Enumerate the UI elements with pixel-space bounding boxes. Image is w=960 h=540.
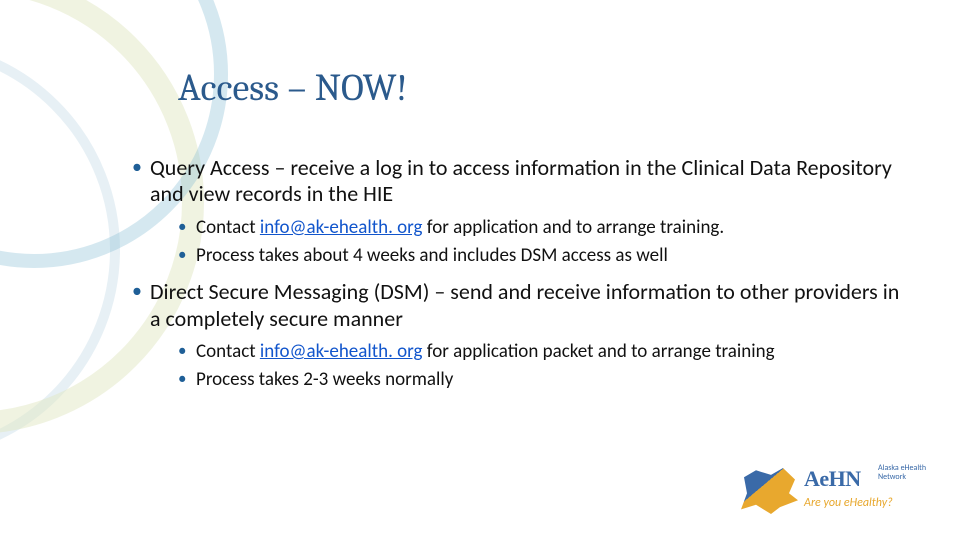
slide-title: Access – NOW!: [178, 66, 407, 110]
bullet-text: Contact: [196, 216, 260, 239]
slide-body: Query Access – receive a log in to acces…: [130, 155, 900, 404]
bullet-text: Direct Secure Messaging (DSM) – send and…: [150, 278, 899, 331]
logo-tagline: Are you eHealthy?: [804, 496, 893, 510]
bullet-level2: Process takes about 4 weeks and includes…: [178, 244, 900, 268]
bullet-level2: Process takes 2-3 weeks normally: [178, 368, 900, 392]
bullet-level1: Query Access – receive a log in to acces…: [130, 155, 900, 267]
bullet-level1: Direct Secure Messaging (DSM) – send and…: [130, 279, 900, 391]
email-link[interactable]: info@ak-ehealth. org: [260, 216, 423, 239]
bullet-text: Query Access – receive a log in to acces…: [150, 154, 892, 207]
bullet-level2: Contact info@ak-ehealth. org for applica…: [178, 216, 900, 240]
bullet-text: for application and to arrange training.: [423, 216, 725, 239]
alaska-map-icon: [738, 468, 798, 514]
bullet-text: Process takes 2-3 weeks normally: [196, 368, 453, 391]
bullet-text: Process takes about 4 weeks and includes…: [196, 244, 668, 267]
bullet-text: Contact: [196, 340, 260, 363]
email-link[interactable]: info@ak-ehealth. org: [260, 340, 423, 363]
aehn-logo: AeHN Alaska eHealth Network Are you eHea…: [738, 462, 938, 524]
logo-subtext: Alaska eHealth Network: [878, 464, 938, 482]
bullet-text: for application packet and to arrange tr…: [423, 340, 775, 363]
bullet-level2: Contact info@ak-ehealth. org for applica…: [178, 340, 900, 364]
logo-text: AeHN: [804, 466, 861, 492]
slide: Access – NOW! Query Access – receive a l…: [0, 0, 960, 540]
